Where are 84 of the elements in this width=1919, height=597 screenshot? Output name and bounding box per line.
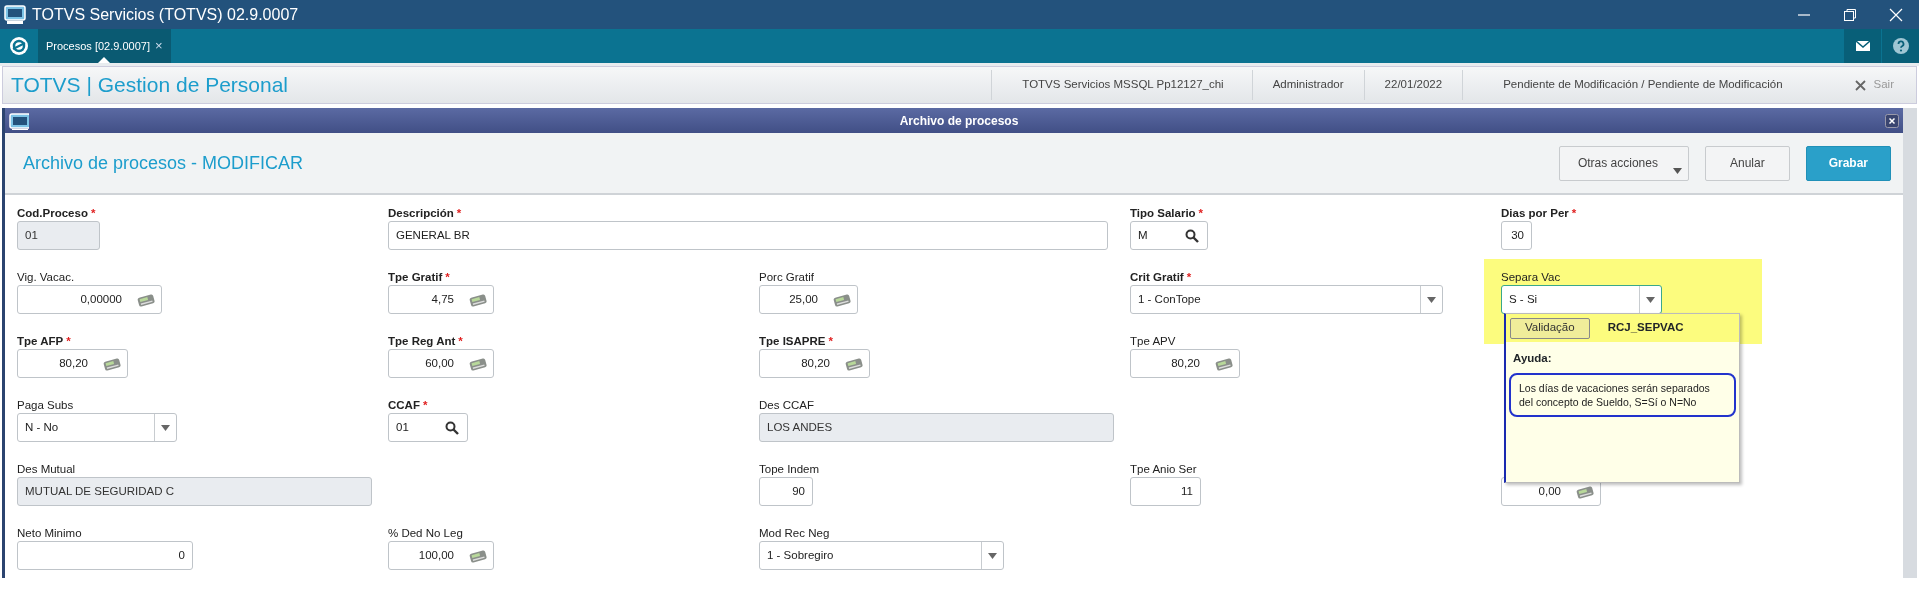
field-label: CCAF * <box>388 398 429 413</box>
calculator-icon[interactable] <box>469 356 487 371</box>
search-icon[interactable] <box>445 420 459 435</box>
field-label: Des CCAF <box>759 398 815 413</box>
calculator-icon[interactable] <box>137 292 155 307</box>
input-field[interactable]: 30 <box>1501 221 1532 250</box>
window-icon <box>9 111 29 130</box>
caret-icon <box>161 424 170 431</box>
cancel-button[interactable]: Anular <box>1704 145 1790 181</box>
dropdown-field[interactable]: 1 - ConTope <box>1130 285 1443 314</box>
field-label: Separa Vac <box>1501 270 1562 285</box>
field-label: Tpe ISAPRE * <box>759 334 834 349</box>
caret-icon <box>1646 296 1655 303</box>
caret-icon <box>988 552 997 559</box>
caret-icon <box>1672 167 1682 174</box>
calculator-icon[interactable] <box>833 292 851 307</box>
form-heading: Archivo de procesos - MODIFICAR <box>22 151 304 175</box>
window-title: TOTVS Servicios (TOTVS) 02.9.0007 <box>32 4 299 25</box>
help-heading: Ayuda: <box>1512 351 1553 366</box>
input-field[interactable]: 01 <box>388 413 468 442</box>
search-icon[interactable] <box>1185 228 1199 243</box>
input-field[interactable]: 0,00000 <box>17 285 162 314</box>
dropdown-field[interactable]: S - Si <box>1501 285 1662 314</box>
dropdown-button[interactable]: Otras acciones <box>1558 145 1689 181</box>
header-info: Pendiente de Modificación / Pendiente de Modificación <box>1462 70 1833 100</box>
field-label: Mod Rec Neg <box>759 526 831 541</box>
readonly-field[interactable]: LOS ANDES <box>759 413 1114 442</box>
field-label: Paga Subs <box>17 398 75 413</box>
input-field[interactable]: 4,75 <box>388 285 494 314</box>
field-label: Tpe Anio Ser <box>1130 462 1198 477</box>
validation-button[interactable]: Validação <box>1510 317 1590 339</box>
readonly-field[interactable]: MUTUAL DE SEGURIDAD C <box>17 477 372 506</box>
maximize-icon[interactable] <box>1843 7 1857 22</box>
input-field[interactable]: 90 <box>759 477 813 506</box>
close-icon[interactable] <box>1885 113 1899 128</box>
input-field[interactable]: 80,20 <box>17 349 128 378</box>
input-field[interactable]: 11 <box>1130 477 1201 506</box>
caret-icon <box>1427 296 1436 303</box>
logo-icon <box>9 36 29 56</box>
input-field[interactable]: GENERAL BR <box>388 221 1108 250</box>
field-id: RCJ_SEPVAC <box>1607 320 1684 336</box>
calculator-icon[interactable] <box>845 356 863 371</box>
dialog-title: Archivo de procesos <box>898 112 1020 130</box>
field-label: % Ded No Leg <box>388 526 464 541</box>
calculator-icon[interactable] <box>469 548 487 563</box>
field-label: Cod.Proceso * <box>17 206 97 221</box>
tab[interactable]: Procesos [02.9.0007] × <box>38 29 171 63</box>
app-icon <box>4 4 26 25</box>
input-field[interactable]: 80,20 <box>1130 349 1240 378</box>
calculator-icon[interactable] <box>469 292 487 307</box>
readonly-field[interactable]: 01 <box>17 221 100 250</box>
input-field[interactable]: 0 <box>17 541 193 570</box>
field-label: Porc Gratif <box>759 270 815 285</box>
input-field[interactable]: 25,00 <box>759 285 858 314</box>
mail-icon[interactable] <box>1855 41 1870 51</box>
header-info: TOTVS Servicios MSSQL Pp12127_chi <box>991 70 1252 100</box>
field-label: Tpe APV <box>1130 334 1177 349</box>
dropdown-field[interactable]: 1 - Sobregiro <box>759 541 1004 570</box>
input-field[interactable]: 80,20 <box>759 349 870 378</box>
field-label: Descripción * <box>388 206 463 221</box>
field-label: Tpe Reg Ant * <box>388 334 464 349</box>
dropdown-field[interactable]: N - No <box>17 413 177 442</box>
field-label: Des Mutual <box>17 462 77 477</box>
calculator-icon[interactable] <box>1576 484 1594 499</box>
calculator-icon[interactable] <box>103 356 121 371</box>
input-field[interactable]: 100,00 <box>388 541 494 570</box>
help-text: Los días de vacaciones serán separados del concepto de Sueldo, S=Sí o N=No <box>1509 373 1736 418</box>
app-heading: TOTVS | Gestion de Personal <box>10 72 289 99</box>
close-icon <box>1854 79 1866 91</box>
field-label: Dias por Per * <box>1501 206 1578 221</box>
field-label: Neto Minimo <box>17 526 83 541</box>
field-label: Tpe AFP * <box>17 334 72 349</box>
field-label: Tope Indem <box>759 462 821 477</box>
header-info: Administrador <box>1251 70 1364 100</box>
calculator-icon[interactable] <box>1215 356 1233 371</box>
field-label: Crit Gratif * <box>1130 270 1193 285</box>
input-field[interactable]: 60,00 <box>388 349 494 378</box>
field-label: Vig. Vacac. <box>17 270 76 285</box>
tab-close[interactable]: × <box>154 36 163 56</box>
field-label: Tipo Salario * <box>1130 206 1205 221</box>
input-field[interactable]: M <box>1130 221 1208 250</box>
field-label: Tpe Gratif * <box>388 270 451 285</box>
help-icon[interactable] <box>1892 38 1909 54</box>
header-info: 22/01/2022 <box>1363 70 1463 100</box>
